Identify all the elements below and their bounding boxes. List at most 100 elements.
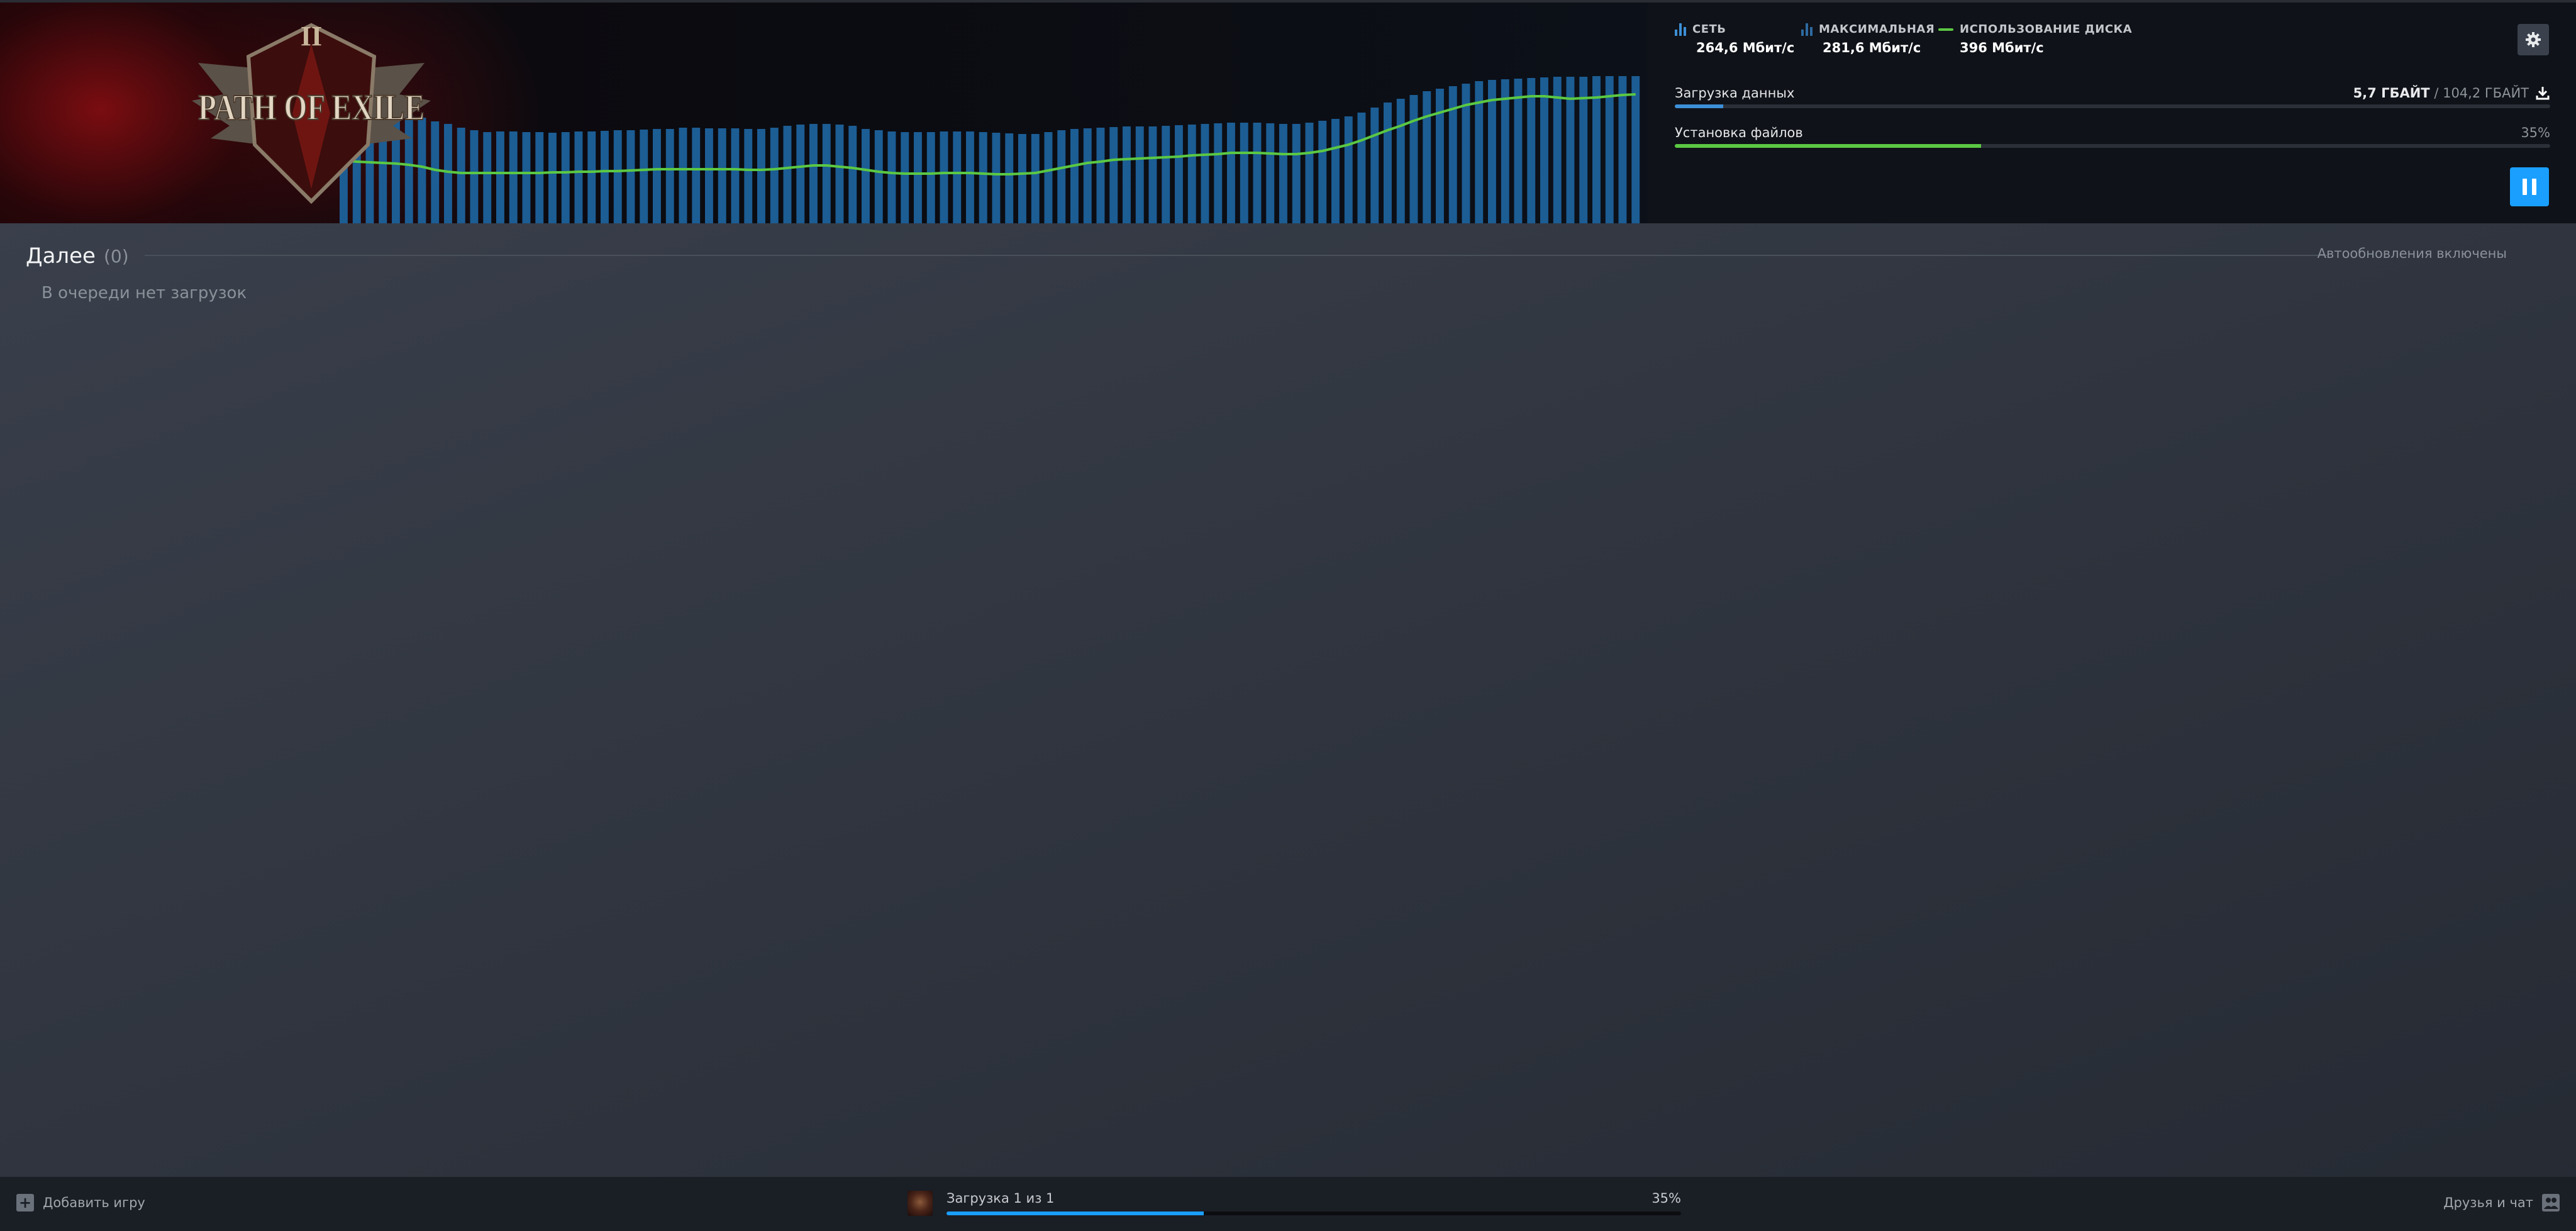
network-bar xyxy=(1070,129,1079,223)
network-bar xyxy=(1266,123,1275,223)
total-size: 104,2 ГБАЙТ xyxy=(2443,86,2529,101)
network-bar xyxy=(940,131,948,223)
network-bar xyxy=(1279,124,1287,223)
network-bar xyxy=(1344,116,1353,223)
network-bar xyxy=(835,125,844,223)
network-bar xyxy=(1083,128,1092,223)
network-bar xyxy=(926,132,935,223)
network-bar xyxy=(1514,79,1523,223)
download-label: Загрузка данных xyxy=(1675,86,1795,101)
network-bar xyxy=(1318,121,1327,223)
network-bar xyxy=(613,130,622,223)
network-bar xyxy=(901,132,909,223)
network-bar xyxy=(979,132,987,223)
footer-progress-fill xyxy=(947,1212,1204,1215)
network-bar xyxy=(1044,132,1053,223)
network-bar xyxy=(692,128,701,223)
network-bar xyxy=(640,130,648,223)
network-bar xyxy=(914,132,922,223)
add-game-button[interactable]: + Добавить игру xyxy=(16,1194,145,1212)
game-logo: II PATH OF EXILE xyxy=(192,21,431,204)
network-bar xyxy=(1187,125,1196,223)
network-bar xyxy=(679,128,687,223)
network-bar xyxy=(770,128,779,223)
logo-title: PATH OF EXILE xyxy=(198,87,425,128)
network-bar xyxy=(1253,123,1262,223)
network-bar xyxy=(1096,128,1105,223)
install-percent: 35% xyxy=(2521,125,2550,140)
network-bar xyxy=(653,129,661,223)
network-bar xyxy=(1357,113,1366,223)
settings-button[interactable] xyxy=(2518,24,2549,55)
network-bar xyxy=(744,129,753,223)
network-bar xyxy=(1396,99,1405,223)
network-legend: СЕТЬ 264,6 Мбит/с xyxy=(1675,23,1794,55)
network-bar xyxy=(457,128,465,223)
game-thumbnail xyxy=(908,1191,933,1216)
network-bar xyxy=(1227,123,1235,223)
network-bar xyxy=(757,129,765,223)
network-bar xyxy=(483,132,492,223)
line-icon xyxy=(1938,28,1953,31)
install-progress-track xyxy=(1675,144,2550,148)
network-bar xyxy=(1018,134,1026,223)
network-bar xyxy=(718,128,726,223)
network-bar xyxy=(1370,108,1379,223)
disk-legend: ИСПОЛЬЗОВАНИЕ ДИСКА 396 Мбит/с xyxy=(1938,23,2132,55)
footer-bar: + Добавить игру Загрузка 1 из 1 35% Друз… xyxy=(0,1177,2576,1231)
pause-icon xyxy=(2520,179,2539,195)
queue-count: (0) xyxy=(104,246,129,267)
install-progress-fill xyxy=(1675,144,1982,148)
network-bar xyxy=(1201,124,1209,223)
network-bar xyxy=(470,130,479,223)
network-bar xyxy=(1423,91,1431,223)
network-bar xyxy=(535,132,544,223)
network-bar xyxy=(548,133,557,223)
footer-download-percent: 35% xyxy=(1652,1191,1681,1206)
friends-icon xyxy=(2542,1194,2560,1212)
download-size: 5,7 ГБАЙТ / 104,2 ГБАЙТ xyxy=(2353,86,2550,101)
network-bar xyxy=(509,131,518,223)
size-separator: / xyxy=(2434,86,2439,101)
download-progress-fill xyxy=(1675,104,1723,108)
friends-chat-button[interactable]: Друзья и чат xyxy=(2443,1194,2560,1212)
network-bar xyxy=(587,131,596,223)
friends-chat-label: Друзья и чат xyxy=(2443,1195,2533,1210)
network-bar xyxy=(1605,76,1614,223)
bar-chart-icon xyxy=(1675,23,1686,36)
disk-value: 396 Мбит/с xyxy=(1960,40,2044,55)
network-bar xyxy=(1631,76,1640,223)
network-bar xyxy=(1162,126,1170,223)
network-bar xyxy=(731,128,740,223)
pause-button[interactable] xyxy=(2510,167,2549,206)
network-bar xyxy=(1527,78,1536,223)
network-bar xyxy=(822,124,831,223)
network-bar xyxy=(862,129,870,223)
peak-label: МАКСИМАЛЬНАЯ xyxy=(1819,23,1935,36)
disk-label: ИСПОЛЬЗОВАНИЕ ДИСКА xyxy=(1960,23,2133,36)
network-bar xyxy=(966,131,974,223)
network-bar xyxy=(496,131,504,223)
network-value: 264,6 Мбит/с xyxy=(1696,40,1795,55)
install-label: Установка файлов xyxy=(1675,125,1803,140)
network-bar xyxy=(705,128,713,223)
peak-value: 281,6 Мбит/с xyxy=(1823,40,1921,55)
network-bar xyxy=(809,124,818,223)
network-bar xyxy=(601,131,609,223)
footer-download-status[interactable]: Загрузка 1 из 1 35% xyxy=(908,1191,1681,1218)
network-bar xyxy=(1501,79,1509,223)
network-bar xyxy=(1031,134,1040,223)
footer-progress-track xyxy=(947,1212,1681,1215)
footer-download-label: Загрузка 1 из 1 xyxy=(947,1191,1055,1206)
network-bar xyxy=(992,133,1001,223)
network-bar xyxy=(626,130,635,223)
network-bar xyxy=(796,125,805,223)
download-icon xyxy=(2536,87,2550,100)
add-game-label: Добавить игру xyxy=(43,1195,145,1210)
network-bar xyxy=(574,131,583,223)
network-bar xyxy=(1540,77,1548,223)
network-bar xyxy=(1214,123,1223,223)
bar-chart-icon xyxy=(1801,23,1813,36)
network-bar xyxy=(561,132,570,223)
network-bar xyxy=(887,131,896,223)
